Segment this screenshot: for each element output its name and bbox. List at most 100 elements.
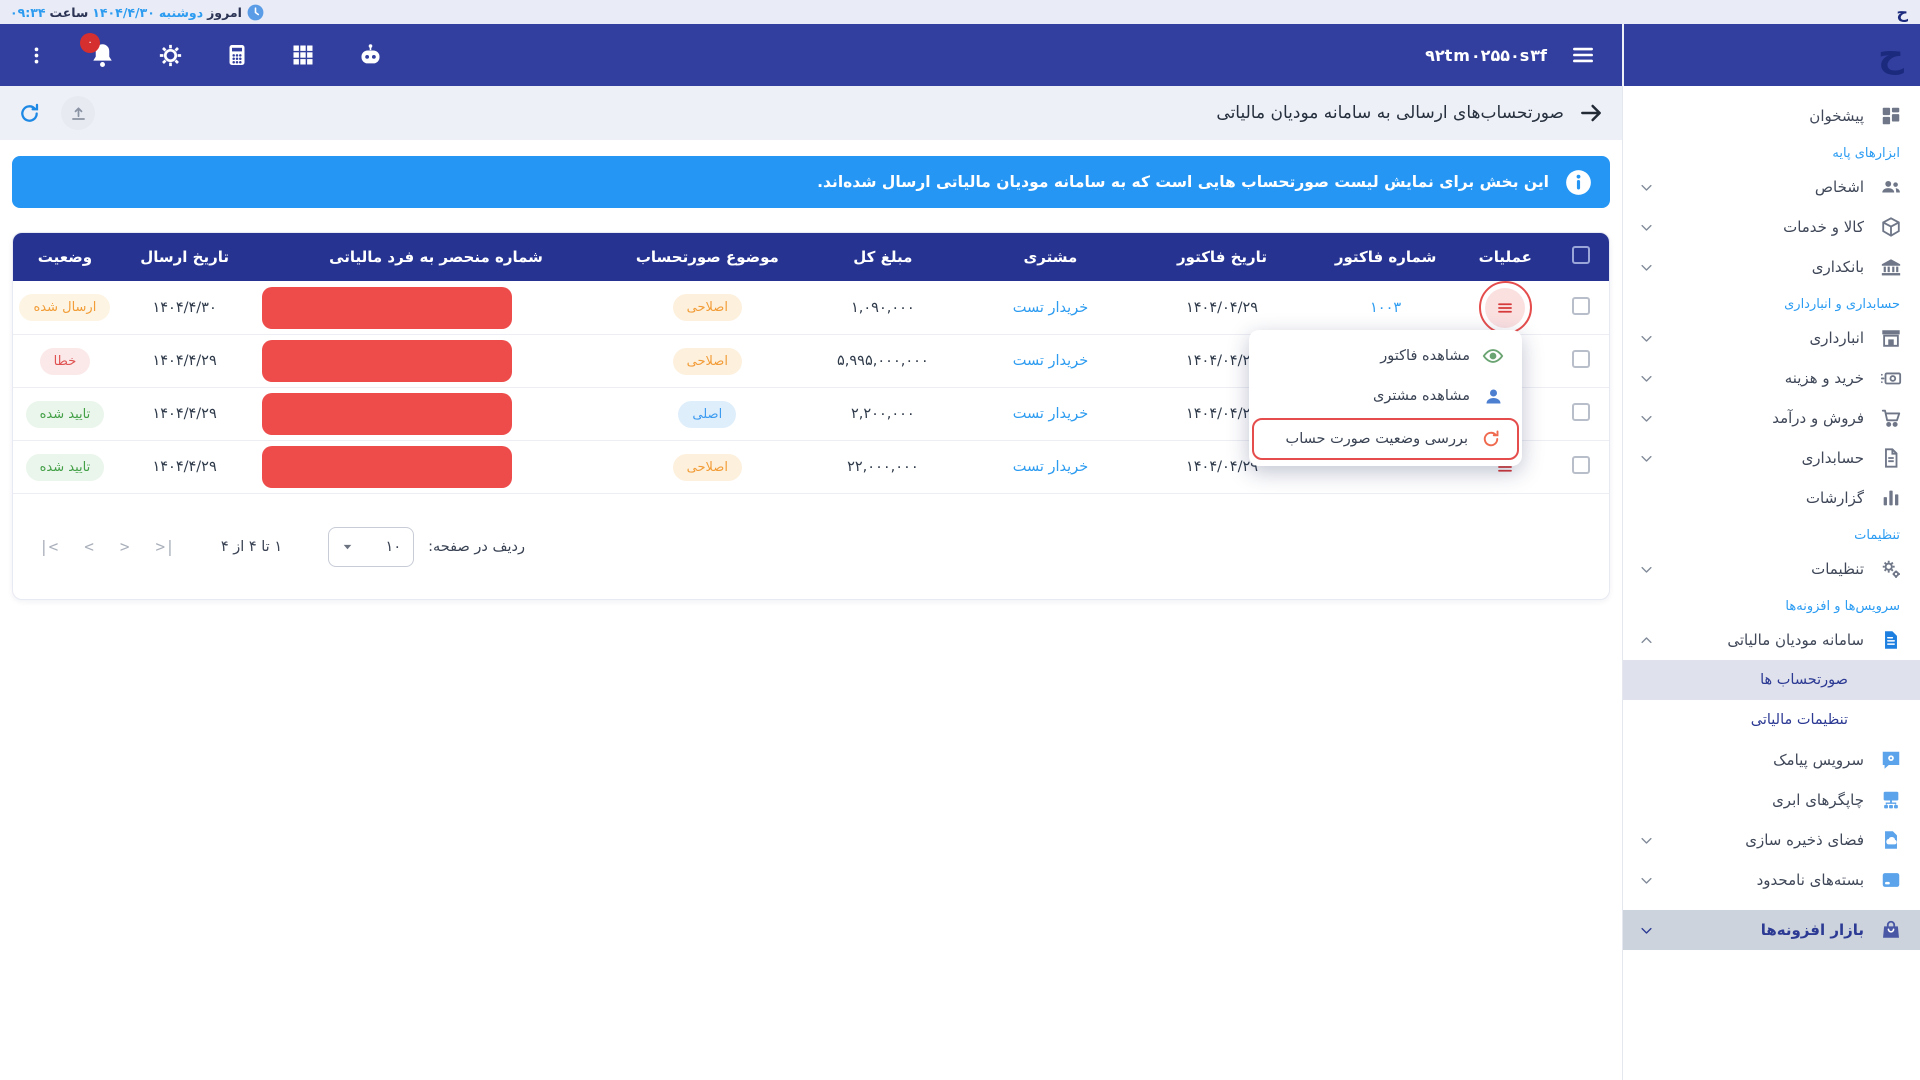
storage-icon <box>1878 828 1904 852</box>
chevron-up-icon <box>1639 633 1654 648</box>
invoice-number[interactable]: ۱۰۰۳ <box>1314 281 1458 334</box>
apps-grid-icon[interactable] <box>291 43 315 67</box>
subject-badge: اصلاحی <box>673 294 742 321</box>
sidebar-item[interactable]: اشخاص <box>1623 167 1920 207</box>
sidebar-item[interactable]: فضای ذخیره سازی <box>1623 820 1920 860</box>
customer-link[interactable]: خریدار تست <box>971 281 1131 334</box>
dashboard-icon <box>1878 104 1904 128</box>
status-badge: خطا <box>40 348 91 375</box>
tax-unique-id-cell <box>252 281 619 334</box>
sidebar-subitem-label: تنظیمات مالیاتی <box>1751 712 1848 728</box>
first-page-button[interactable]: |< <box>39 537 58 556</box>
chevron-down-icon <box>1639 411 1654 426</box>
sidebar-item[interactable]: پیشخوان <box>1623 96 1920 136</box>
info-banner-text: این بخش برای نمایش لیست صورتحساب هایی اس… <box>817 173 1549 191</box>
refresh-icon[interactable] <box>18 102 41 125</box>
sidebar-item[interactable]: گزارشات <box>1623 478 1920 518</box>
menu-item[interactable]: مشاهده مشتری <box>1249 376 1522 416</box>
sidebar-item-label: تنظیمات <box>1654 560 1864 578</box>
tax-unique-id-cell <box>252 334 619 387</box>
sidebar-item[interactable]: فروش و درآمد <box>1623 398 1920 438</box>
chevron-down-icon <box>1639 220 1654 235</box>
caret-down-icon <box>341 540 354 553</box>
sidebar-item[interactable]: سرویس پیامک <box>1623 740 1920 780</box>
settings-gear-icon[interactable] <box>158 43 183 68</box>
page-size-select[interactable]: ۱۰ <box>328 527 414 567</box>
people-icon <box>1878 175 1904 199</box>
tax-unique-id-cell <box>252 387 619 440</box>
send-date: ۱۴۰۴/۴/۳۰ <box>117 281 253 334</box>
subject-badge: اصلاحی <box>673 454 742 481</box>
row-actions-button[interactable] <box>1485 288 1525 328</box>
sidebar-item[interactable]: سامانه مودیان مالیاتی <box>1623 620 1920 660</box>
sidebar-item[interactable]: انبارداری <box>1623 318 1920 358</box>
column-header: شماره منحصر به فرد مالیاتی <box>252 233 619 281</box>
weekday-label: دوشنبه <box>159 5 203 20</box>
row-checkbox[interactable] <box>1572 297 1590 315</box>
tax-system-icon <box>1878 628 1904 652</box>
sidebar-item[interactable]: بازار افزونه‌ها <box>1623 910 1920 950</box>
sidebar-item[interactable]: کالا و خدمات <box>1623 207 1920 247</box>
customer-link[interactable]: خریدار تست <box>971 334 1131 387</box>
purchase-icon <box>1878 366 1904 390</box>
prev-page-button[interactable]: < <box>84 537 94 556</box>
redacted-tax-id <box>262 393 512 435</box>
sidebar-subitem-label: صورتحساب ها <box>1760 672 1848 688</box>
status-cell: ارسال شده <box>13 281 117 334</box>
brand-logo-small: ح <box>1896 0 1908 24</box>
action-ring-highlight <box>1479 281 1532 334</box>
row-checkbox[interactable] <box>1572 456 1590 474</box>
rows-per-page-label: ردیف در صفحه: <box>428 539 525 555</box>
sidebar-item-label: اشخاص <box>1654 178 1864 196</box>
menu-item-label: مشاهده فاکتور <box>1380 348 1470 364</box>
breadcrumb: صورتحساب‌های ارسالی به سامانه مودیان مال… <box>1216 100 1604 126</box>
chevron-down-icon <box>1639 180 1654 195</box>
select-all-checkbox[interactable] <box>1572 246 1590 264</box>
time-value: ۰۹:۳۴ <box>10 5 46 20</box>
next-page-button[interactable]: > <box>120 537 130 556</box>
sidebar-subitem[interactable]: صورتحساب ها <box>1623 660 1920 700</box>
status-badge: تایید شده <box>26 454 105 481</box>
notification-badge: ۰ <box>80 33 100 53</box>
sidebar-item[interactable]: بانکداری <box>1623 247 1920 287</box>
page-size-value: ۱۰ <box>386 539 402 555</box>
reports-icon <box>1878 486 1904 510</box>
menu-hamburger-icon[interactable] <box>1570 42 1596 68</box>
sidebar-item-label: خرید و هزینه <box>1654 369 1864 387</box>
eye-icon <box>1482 345 1504 367</box>
row-select-cell <box>1553 334 1609 387</box>
back-arrow-icon[interactable] <box>1578 100 1604 126</box>
workspace-id: ۹۲tm۰۲۵۵۰s۳f <box>1425 46 1548 65</box>
notifications-bell-icon[interactable]: ۰ <box>89 42 116 69</box>
chevron-down-icon <box>1639 923 1654 938</box>
send-date: ۱۴۰۴/۴/۲۹ <box>117 387 253 440</box>
last-page-button[interactable]: >| <box>156 537 175 556</box>
customer-link[interactable]: خریدار تست <box>971 387 1131 440</box>
sidebar-subitem[interactable]: تنظیمات مالیاتی <box>1623 700 1920 740</box>
pagination-buttons: |< < > >| <box>39 537 175 556</box>
navbar-icon-group: ۰ <box>26 42 384 69</box>
today-label: امروز <box>207 5 242 20</box>
kebab-menu-icon[interactable] <box>26 45 47 66</box>
sidebar-item-label: کالا و خدمات <box>1654 218 1864 236</box>
sidebar-item[interactable]: خرید و هزینه <box>1623 358 1920 398</box>
refresh-status-icon <box>1480 429 1502 449</box>
sidebar-item[interactable]: حسابداری <box>1623 438 1920 478</box>
sidebar-item[interactable]: چاپگرهای ابری <box>1623 780 1920 820</box>
total-amount: ۲,۲۰۰,۰۰۰ <box>795 387 971 440</box>
cloud-upload-icon[interactable] <box>61 96 95 130</box>
menu-item-label: مشاهده مشتری <box>1373 388 1470 404</box>
nav-row: ح ۹۲tm۰۲۵۵۰s۳f ۰ <box>0 24 1920 86</box>
row-checkbox[interactable] <box>1572 350 1590 368</box>
assistant-robot-icon[interactable] <box>357 42 384 69</box>
calculator-icon[interactable] <box>225 43 249 67</box>
customer-link[interactable]: خریدار تست <box>971 440 1131 493</box>
info-icon <box>1565 169 1592 196</box>
menu-item[interactable]: بررسی وضعیت صورت حساب <box>1252 418 1519 460</box>
info-banner: این بخش برای نمایش لیست صورتحساب هایی اس… <box>12 156 1610 208</box>
menu-item[interactable]: مشاهده فاکتور <box>1249 336 1522 376</box>
sidebar-item[interactable]: تنظیمات <box>1623 549 1920 589</box>
status-cell: تایید شده <box>13 440 117 493</box>
sidebar-item[interactable]: بسته‌های نامحدود <box>1623 860 1920 900</box>
row-checkbox[interactable] <box>1572 403 1590 421</box>
